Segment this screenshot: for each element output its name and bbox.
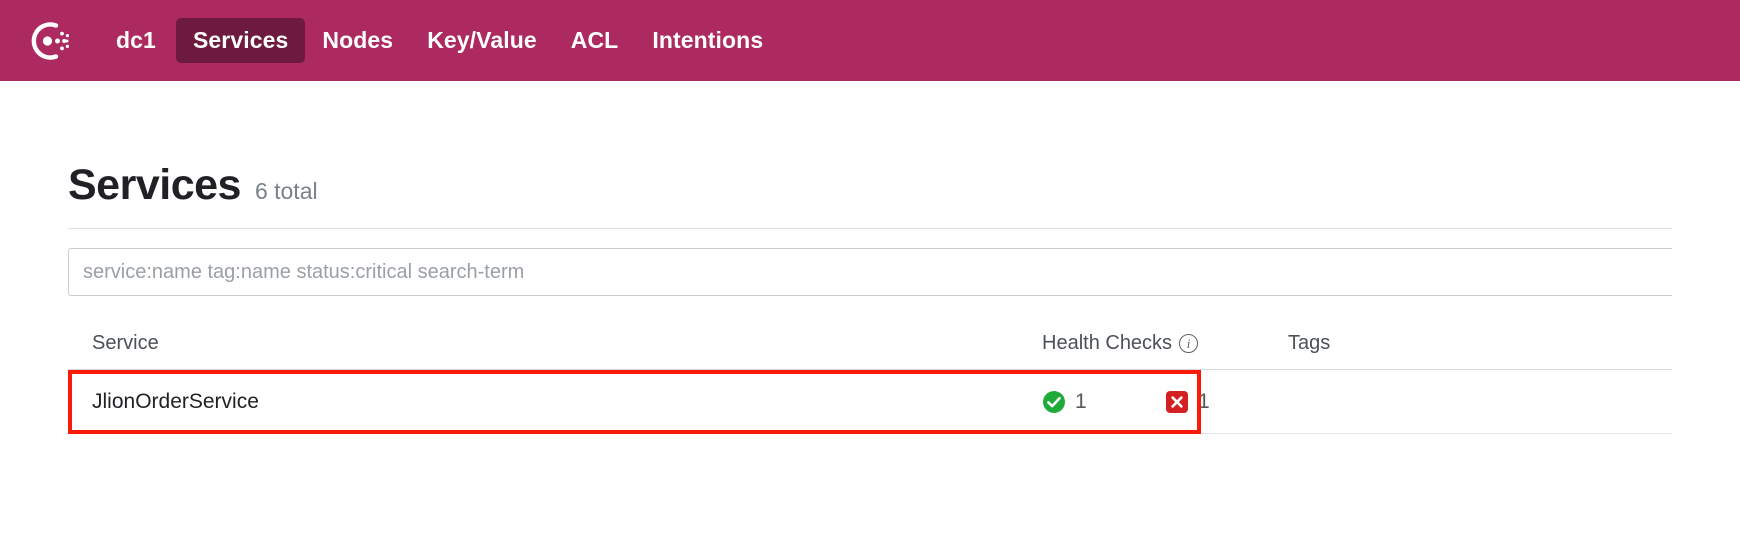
service-name-link[interactable]: JlionOrderService xyxy=(92,390,1042,414)
table-header-row: Service Health Checks i Tags xyxy=(68,318,1672,370)
column-header-service: Service xyxy=(92,332,159,354)
consul-logo-icon[interactable] xyxy=(26,18,72,64)
health-checks-cell: 1 1 xyxy=(1042,390,1288,414)
x-square-icon xyxy=(1166,390,1188,413)
filter-row xyxy=(68,229,1672,296)
nav-item-key-value[interactable]: Key/Value xyxy=(410,18,554,63)
page-content: Services 6 total Service Health Checks i… xyxy=(0,81,1740,434)
column-header-health-checks-label: Health Checks xyxy=(1042,332,1173,354)
column-header-tags: Tags xyxy=(1288,332,1331,354)
main-nav-items: dc1 Services Nodes Key/Value ACL Intenti… xyxy=(116,18,780,63)
health-badge-passing[interactable]: 1 xyxy=(1042,390,1165,414)
nav-item-acl[interactable]: ACL xyxy=(554,18,636,63)
table-row[interactable]: JlionOrderService 1 1 xyxy=(68,370,1672,434)
health-badge-critical[interactable]: 1 xyxy=(1165,390,1288,414)
nav-item-services[interactable]: Services xyxy=(175,18,306,63)
check-circle-icon xyxy=(1043,390,1065,413)
nav-item-intentions[interactable]: Intentions xyxy=(635,18,780,63)
health-passing-count: 1 xyxy=(1075,389,1087,413)
column-header-health-checks: Health Checks i xyxy=(1042,332,1288,355)
page-header: Services 6 total xyxy=(68,81,1672,229)
nav-item-nodes[interactable]: Nodes xyxy=(305,18,410,63)
top-navigation-bar: dc1 Services Nodes Key/Value ACL Intenti… xyxy=(0,0,1740,81)
nav-datacenter-selector[interactable]: dc1 xyxy=(116,18,176,63)
search-input[interactable] xyxy=(68,248,1672,296)
health-critical-count: 1 xyxy=(1198,389,1210,413)
page-title: Services xyxy=(68,161,241,209)
services-total-count: 6 total xyxy=(254,178,318,204)
info-icon[interactable]: i xyxy=(1179,334,1199,353)
services-table: Service Health Checks i Tags JlionOrderS… xyxy=(68,318,1672,434)
